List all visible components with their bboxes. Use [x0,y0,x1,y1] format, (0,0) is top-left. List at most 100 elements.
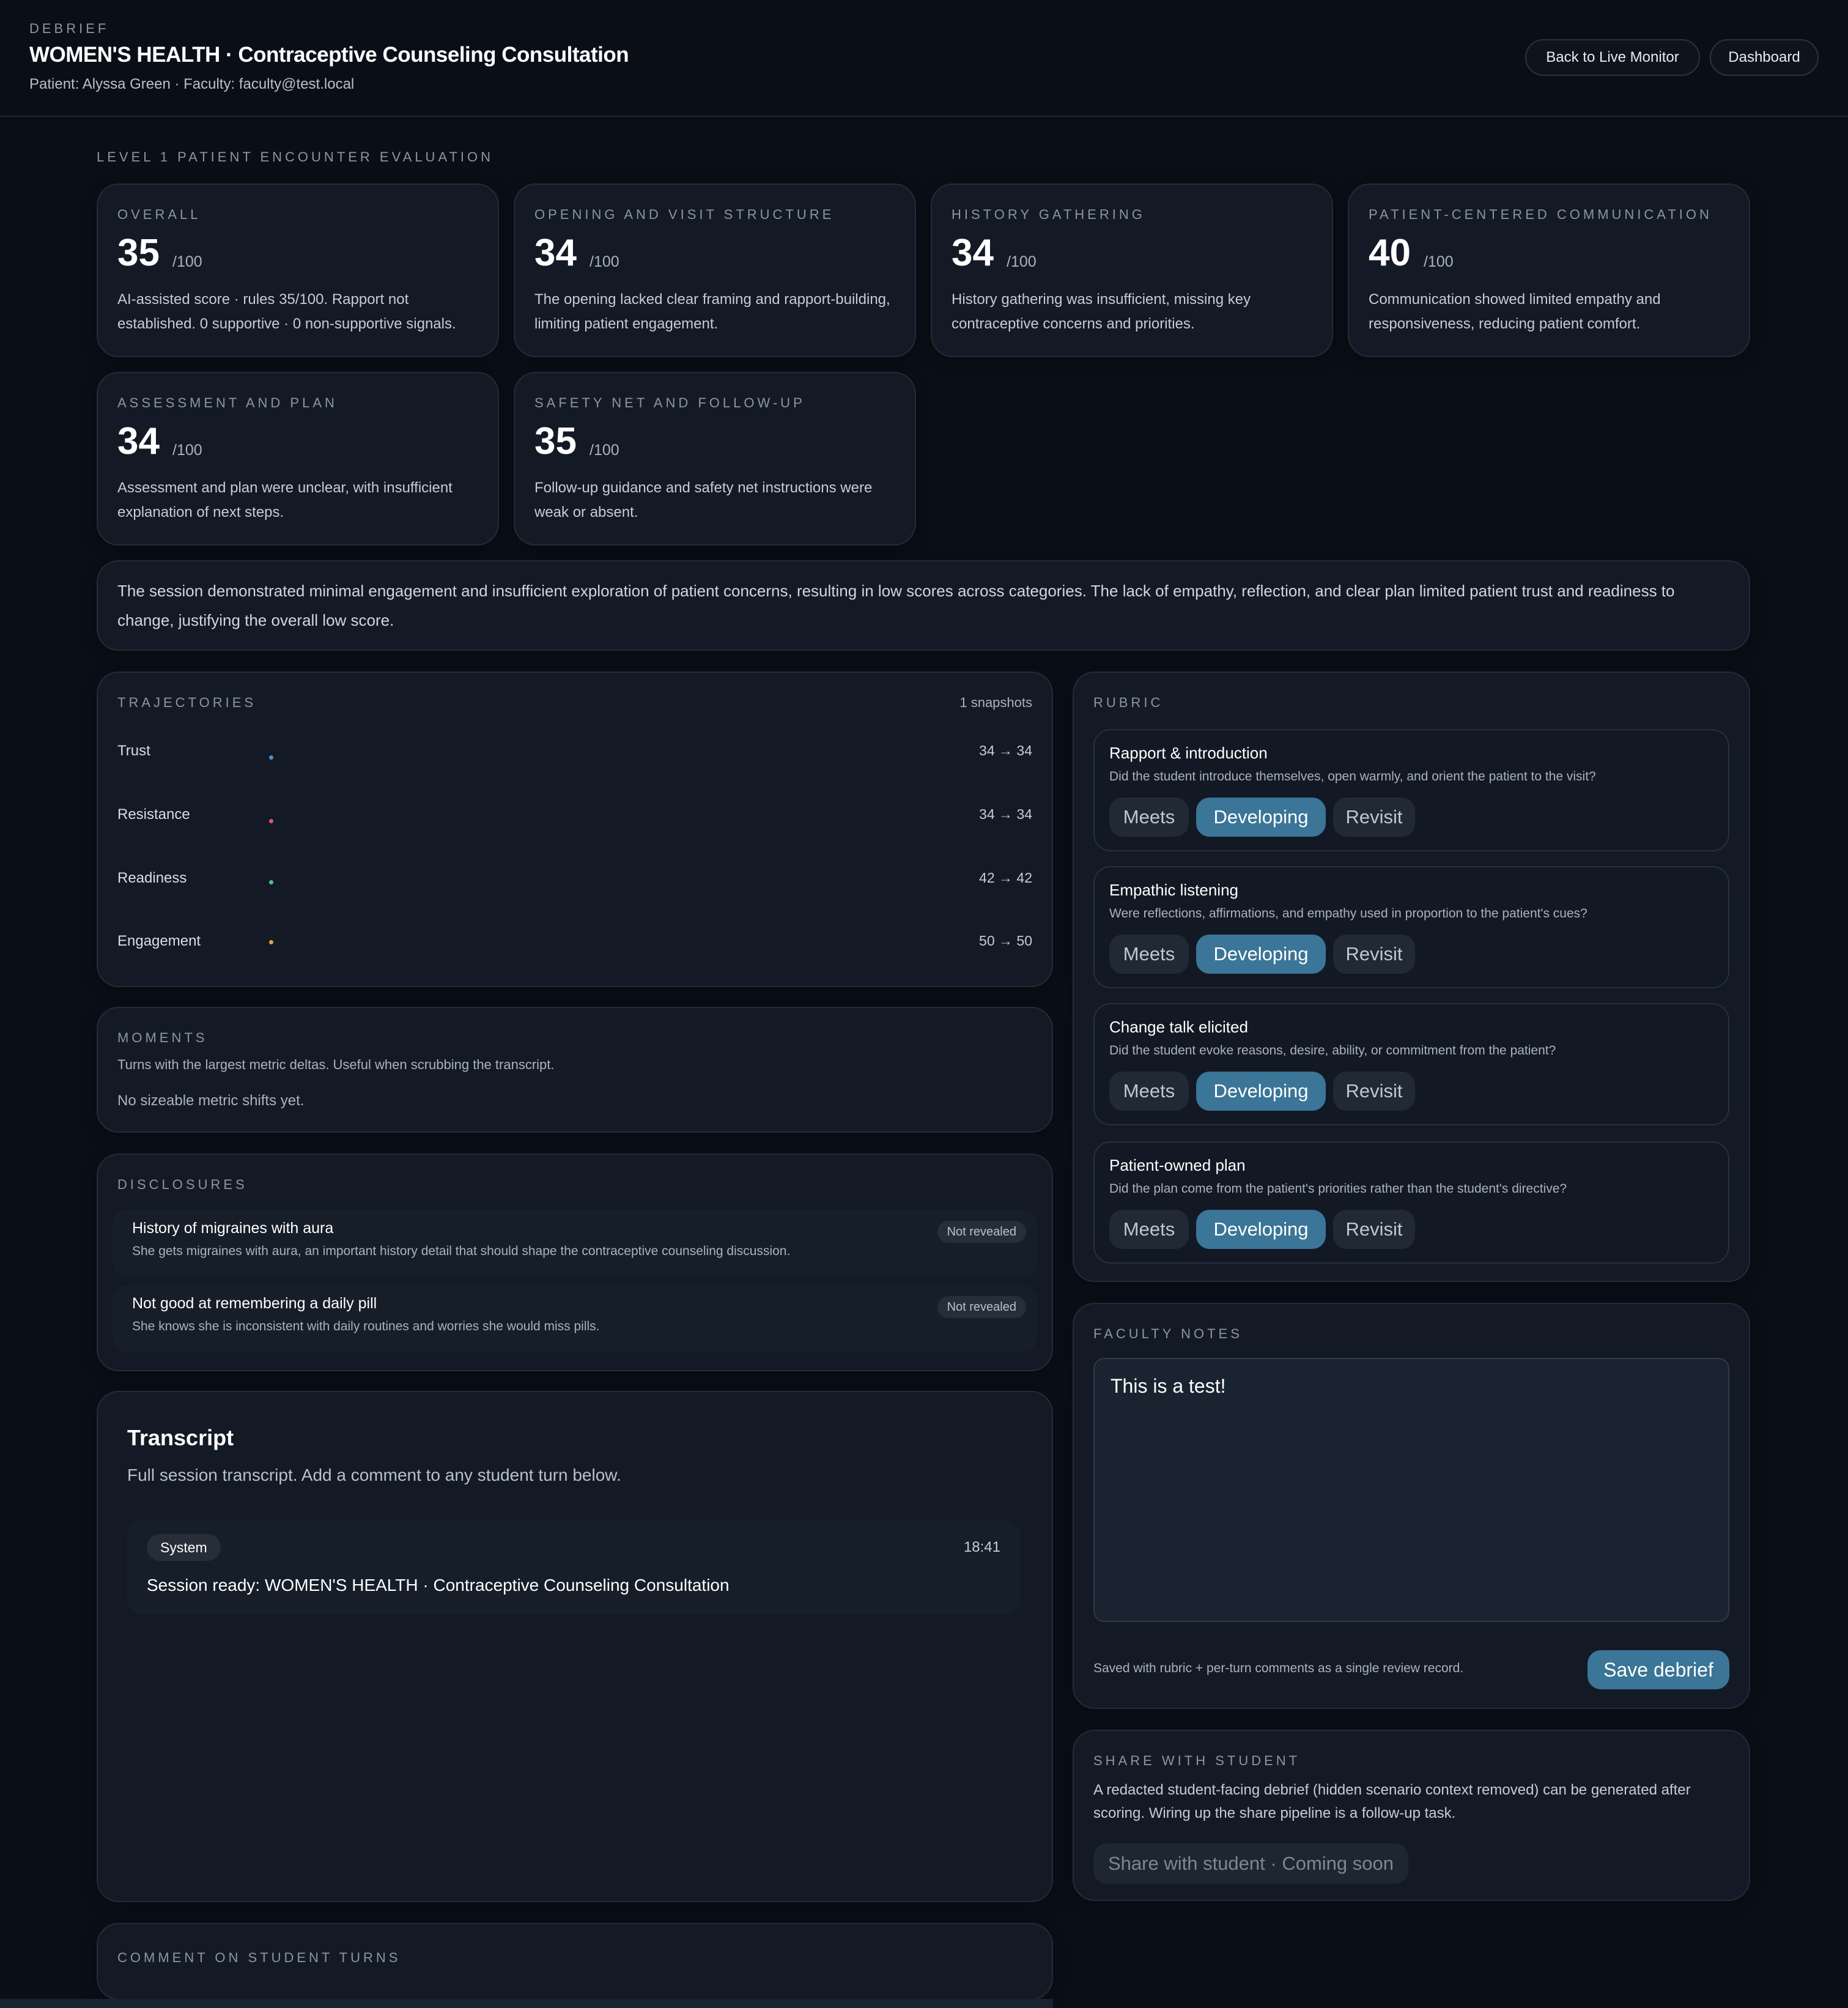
score-card-desc: AI-assisted score · rules 35/100. Rappor… [117,291,456,332]
score-card-assessment: ASSESSMENT AND PLAN 34 /100 Assessment a… [97,372,499,546]
score-outof: /100 [1424,253,1454,270]
score-card-desc: Follow-up guidance and safety net instru… [534,480,873,521]
rubric-item-change-talk: Change talk elicited Did the student evo… [1093,1003,1729,1125]
trajectory-sparkline-readiness [269,880,273,884]
rubric-option-revisit[interactable]: Revisit [1333,935,1415,974]
score-card-opening: OPENING AND VISIT STRUCTURE 34 /100 The … [514,183,916,357]
score-card-history: HISTORY GATHERING 34 /100 History gather… [931,183,1333,357]
score-outof: /100 [172,442,202,459]
share-heading: SHARE WITH STUDENT [1093,1753,1301,1768]
transcript-title: Transcript [127,1425,234,1450]
disclosure-item: Not good at remembering a daily pill She… [113,1285,1037,1352]
faculty-notes-heading: FACULTY NOTES [1093,1326,1243,1341]
page-title: WOMEN'S HEALTH · Contraceptive Counselin… [29,43,629,67]
faculty-notes-value: This is a test! [1111,1375,1226,1397]
share-description: A redacted student-facing debrief (hidde… [1093,1782,1691,1821]
transcript-card: Transcript Full session transcript. Add … [97,1391,1053,1902]
faculty-notes-textarea[interactable]: This is a test! [1093,1358,1729,1622]
rubric-card: RUBRIC Rapport & introduction Did the st… [1073,672,1750,1282]
trajectories-card: TRAJECTORIES 1 snapshots Trust 34 → 34 R… [97,672,1053,987]
score-value: 34 [534,232,577,274]
evaluation-summary: The session demonstrated minimal engagem… [117,582,1675,629]
rubric-option-developing[interactable]: Developing [1196,1072,1326,1111]
rubric-item-patient-owned-plan: Patient-owned plan Did the plan come fro… [1093,1141,1729,1264]
moments-card: MOMENTS Turns with the largest metric de… [97,1007,1053,1133]
disclosure-status-badge: Not revealed [937,1221,1026,1243]
trajectory-range-resistance: 34 → 34 [979,806,1032,822]
score-card-desc: Assessment and plan were unclear, with i… [117,480,453,521]
score-value: 34 [117,420,160,462]
rubric-item-rapport: Rapport & introduction Did the student i… [1093,729,1729,851]
score-value: 35 [534,420,577,462]
moments-description: Turns with the largest metric deltas. Us… [117,1057,555,1072]
rubric-item-title: Rapport & introduction [1109,744,1268,762]
dashboard-button[interactable]: Dashboard [1710,39,1819,76]
trajectory-range-trust: 34 → 34 [979,743,1032,758]
disclosures-heading: DISCLOSURES [117,1177,248,1192]
score-value: 34 [952,232,994,274]
rubric-item-description: Did the student evoke reasons, desire, a… [1109,1043,1556,1058]
rubric-item-empathic-listening: Empathic listening Were reflections, aff… [1093,866,1729,988]
score-value: 35 [117,232,160,274]
disclosure-status-badge: Not revealed [937,1296,1026,1318]
disclosure-item: History of migraines with aura She gets … [113,1210,1037,1277]
rubric-option-revisit[interactable]: Revisit [1333,1210,1415,1249]
rubric-item-title: Change talk elicited [1109,1018,1248,1036]
page-header: DEBRIEF WOMEN'S HEALTH · Contraceptive C… [0,0,1848,117]
score-card-safety-net: SAFETY NET AND FOLLOW-UP 35 /100 Follow-… [514,372,916,546]
message-text: Session ready: WOMEN'S HEALTH · Contrace… [147,1576,730,1595]
rubric-option-meets[interactable]: Meets [1109,935,1189,974]
rubric-option-meets[interactable]: Meets [1109,1072,1189,1111]
trajectories-heading: TRAJECTORIES [117,695,257,710]
back-to-live-monitor-button[interactable]: Back to Live Monitor [1525,39,1700,76]
trajectory-sparkline-engagement [269,940,273,944]
disclosure-description: She knows she is inconsistent with daily… [132,1319,600,1333]
save-debrief-button[interactable]: Save debrief [1587,1650,1729,1689]
score-card-communication: PATIENT-CENTERED COMMUNICATION 40 /100 C… [1348,183,1750,357]
rubric-item-description: Were reflections, affirmations, and empa… [1109,906,1587,921]
evaluation-summary-card: The session demonstrated minimal engagem… [97,560,1750,651]
faculty-notes-card: FACULTY NOTES This is a test! Saved with… [1073,1303,1750,1709]
rubric-option-developing[interactable]: Developing [1196,1210,1326,1249]
disclosure-description: She gets migraines with aura, an importa… [132,1244,791,1258]
trajectory-range-engagement: 50 → 50 [979,933,1032,949]
score-card-label: SAFETY NET AND FOLLOW-UP [534,395,805,410]
score-card-label: PATIENT-CENTERED COMMUNICATION [1369,207,1712,222]
rubric-option-revisit[interactable]: Revisit [1333,1072,1415,1111]
rubric-item-title: Empathic listening [1109,881,1238,899]
score-card-label: OVERALL [117,207,201,222]
share-card: SHARE WITH STUDENT A redacted student-fa… [1073,1730,1750,1901]
score-outof: /100 [590,253,619,270]
transcript-subtitle: Full session transcript. Add a comment t… [127,1465,621,1484]
evaluation-heading: LEVEL 1 PATIENT ENCOUNTER EVALUATION [97,149,494,165]
rubric-option-developing[interactable]: Developing [1196,798,1326,837]
trajectory-label-resistance: Resistance [117,806,190,823]
snapshot-count: 1 snapshots [959,695,1032,710]
trajectory-label-trust: Trust [117,743,150,759]
disclosures-card: DISCLOSURES History of migraines with au… [97,1154,1053,1371]
trajectory-label-readiness: Readiness [117,870,187,886]
message-timestamp: 18:41 [963,1539,1000,1555]
score-card-desc: History gathering was insufficient, miss… [952,291,1251,332]
share-with-student-button[interactable]: Share with student · Coming soon [1093,1843,1408,1884]
score-value: 40 [1369,232,1411,274]
trajectory-sparkline-resistance [269,819,273,823]
score-card-label: ASSESSMENT AND PLAN [117,395,338,410]
rubric-option-meets[interactable]: Meets [1109,798,1189,837]
rubric-option-meets[interactable]: Meets [1109,1210,1189,1249]
trajectory-label-engagement: Engagement [117,933,201,949]
rubric-option-revisit[interactable]: Revisit [1333,798,1415,837]
bottom-scrollbar-track[interactable] [0,1999,1053,2008]
page-eyebrow: DEBRIEF [29,21,109,36]
score-card-desc: Communication showed limited empathy and… [1369,291,1661,332]
rubric-option-developing[interactable]: Developing [1196,935,1326,974]
rubric-heading: RUBRIC [1093,695,1164,710]
score-outof: /100 [590,442,619,459]
disclosure-title: History of migraines with aura [132,1220,334,1237]
comment-turns-card: COMMENT ON STUDENT TURNS [97,1923,1053,2000]
score-card-label: HISTORY GATHERING [952,207,1145,222]
score-card-overall: OVERALL 35 /100 AI-assisted score · rule… [97,183,499,357]
page-subtitle: Patient: Alyssa Green · Faculty: faculty… [29,76,355,92]
moments-empty-state: No sizeable metric shifts yet. [117,1092,305,1109]
message-role-badge: System [147,1534,221,1561]
